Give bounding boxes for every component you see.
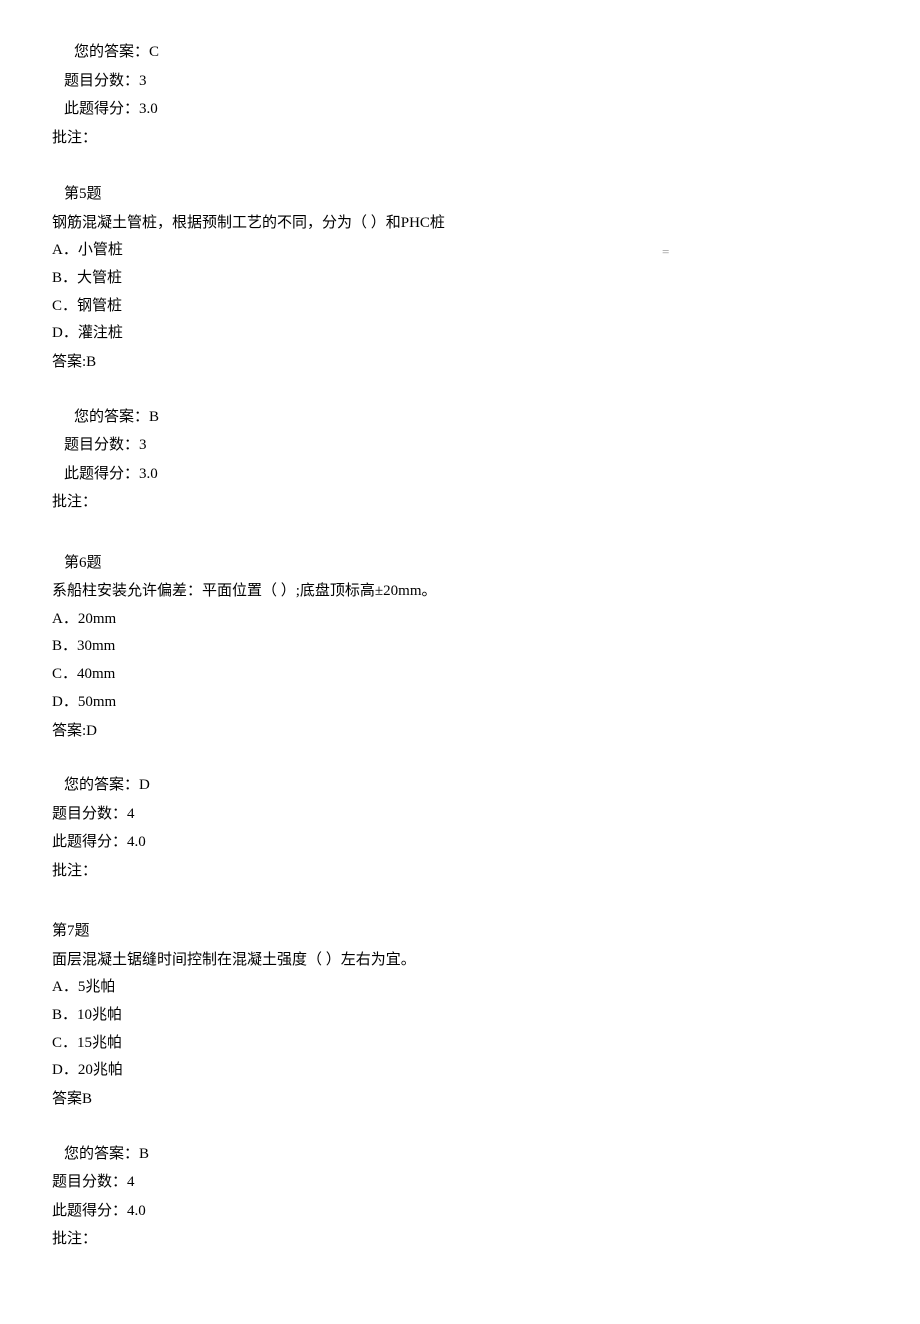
remark-label: 批注： <box>52 488 868 517</box>
got-score-label: 此题得分：4.0 <box>52 1197 868 1226</box>
remark-label: 批注： <box>52 1225 868 1254</box>
your-answer-label: 您的答案：D <box>52 771 868 800</box>
option-b: B．大管桩 <box>52 265 868 293</box>
question-score-label: 题目分数：4 <box>52 800 868 829</box>
question-stem: 系船柱安装允许偏差：平面位置（ ）;底盘顶标高±20mm。 <box>52 577 868 606</box>
question-score-label: 题目分数：3 <box>52 431 868 460</box>
your-answer-label: 您的答案：C <box>52 38 868 67</box>
option-a: A．小管桩 <box>52 237 868 265</box>
question-7: 第7题 面层混凝土锯缝时间控制在混凝土强度（ ）左右为宜。 A．5兆帕 B．10… <box>52 917 868 1254</box>
option-b: B．10兆帕 <box>52 1002 868 1030</box>
margin-marker: = <box>662 240 669 265</box>
got-score-label: 此题得分：3.0 <box>52 95 868 124</box>
option-d: D．20兆帕 <box>52 1057 868 1085</box>
option-a: A．20mm <box>52 606 868 634</box>
option-c: C．15兆帕 <box>52 1030 868 1058</box>
option-d: D．灌注桩 <box>52 320 868 348</box>
question-header: 第5题 <box>52 180 868 209</box>
question-5: 第5题 钢筋混凝土管桩，根据预制工艺的不同，分为（ ）和PHC桩 = A．小管桩… <box>52 180 868 517</box>
question-score-label: 题目分数：4 <box>52 1168 868 1197</box>
question-stem: 面层混凝土锯缝时间控制在混凝土强度（ ）左右为宜。 <box>52 946 868 975</box>
got-score-label: 此题得分：3.0 <box>52 460 868 489</box>
question-header: 第6题 <box>52 549 868 578</box>
prev-question-end: 您的答案：C 题目分数：3 此题得分：3.0 批注： <box>52 38 868 152</box>
got-score-label: 此题得分：4.0 <box>52 828 868 857</box>
answer-key: 答案:B <box>52 348 868 377</box>
option-b: B．30mm <box>52 633 868 661</box>
remark-label: 批注： <box>52 857 868 886</box>
question-stem: 钢筋混凝土管桩，根据预制工艺的不同，分为（ ）和PHC桩 <box>52 209 868 238</box>
answer-key: 答案:D <box>52 717 868 746</box>
remark-label: 批注： <box>52 124 868 153</box>
question-header: 第7题 <box>52 917 868 946</box>
option-a: A．5兆帕 <box>52 974 868 1002</box>
option-d: D．50mm <box>52 689 868 717</box>
option-c: C．钢管桩 <box>52 293 868 321</box>
option-c: C．40mm <box>52 661 868 689</box>
your-answer-label: 您的答案：B <box>52 1140 868 1169</box>
answer-key: 答案B <box>52 1085 868 1114</box>
question-score-label: 题目分数：3 <box>52 67 868 96</box>
your-answer-label: 您的答案：B <box>52 403 868 432</box>
question-6: 第6题 系船柱安装允许偏差：平面位置（ ）;底盘顶标高±20mm。 A．20mm… <box>52 549 868 886</box>
